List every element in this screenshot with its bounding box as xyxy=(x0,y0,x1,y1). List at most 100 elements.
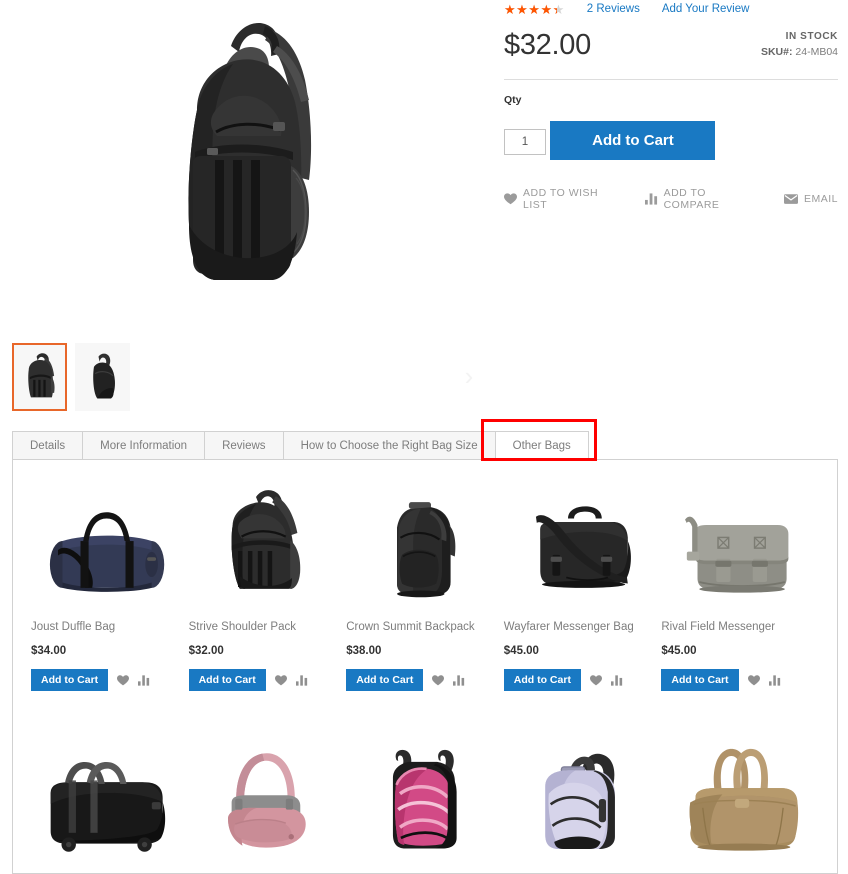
product-name[interactable]: Rival Field Messenger xyxy=(661,620,815,634)
product-image-pink-hobo[interactable] xyxy=(189,735,343,853)
black-sling-pack-icon xyxy=(231,490,301,589)
product-name[interactable]: Joust Duffle Bag xyxy=(31,620,185,634)
gallery-next-arrow[interactable]: › xyxy=(455,360,483,392)
product-price: $45.00 xyxy=(661,645,697,657)
product-name[interactable]: Crown Summit Backpack xyxy=(346,620,500,634)
add-to-compare-button[interactable]: ADD TO COMPARE xyxy=(644,187,765,211)
heart-icon[interactable] xyxy=(117,674,130,686)
pink-hobo-bag-icon xyxy=(227,753,306,848)
product-image-crown-summit-backpack[interactable] xyxy=(346,480,500,598)
sling-backpack-image xyxy=(187,22,311,280)
compare-icon[interactable] xyxy=(453,674,465,686)
main-product-image[interactable] xyxy=(0,0,495,320)
tan-tote-bag-icon xyxy=(689,748,798,851)
product-image-joust-duffle[interactable] xyxy=(31,480,185,598)
price-row: $32.00 IN STOCK SKU#: 24-MB04 xyxy=(504,29,838,71)
product-image-rival-field-messenger[interactable] xyxy=(661,480,815,598)
tab-more-information[interactable]: More Information xyxy=(82,431,205,460)
tab-reviews[interactable]: Reviews xyxy=(204,431,283,460)
envelope-icon xyxy=(783,194,798,204)
product-card-actions: Add to Cart xyxy=(346,669,500,691)
product-actions: ADD TO WISH LIST ADD TO COMPARE EMAIL xyxy=(504,187,838,211)
other-bags-panel: Joust Duffle Bag $34.00 Add to Cart Stri… xyxy=(12,460,838,874)
product-card-actions: Add to Cart xyxy=(661,669,815,691)
sku-value: 24-MB04 xyxy=(795,46,838,58)
product-card-actions: Add to Cart xyxy=(188,669,343,691)
heart-icon[interactable] xyxy=(432,674,445,686)
tab-how-to-choose-bag-size-label: How to Choose the Right Bag Size xyxy=(300,439,478,452)
product-price: $32.00 xyxy=(188,645,224,657)
tab-how-to-choose-bag-size[interactable]: How to Choose the Right Bag Size xyxy=(282,431,495,460)
product-card-actions: Add to Cart xyxy=(503,669,658,691)
product-card xyxy=(346,715,500,853)
navy-duffle-bag-icon xyxy=(50,512,165,592)
product-card xyxy=(661,715,815,853)
reviews-link[interactable]: 2 Reviews xyxy=(587,3,640,15)
qty-label: Qty xyxy=(504,94,522,106)
product-card: Crown Summit Backpack $38.00 Add to Cart xyxy=(346,460,500,691)
product-name[interactable]: Strive Shoulder Pack xyxy=(189,620,343,634)
heart-icon[interactable] xyxy=(589,674,602,686)
tab-more-information-label: More Information xyxy=(100,439,188,452)
tab-details-label: Details xyxy=(30,439,66,452)
pink-black-backpack-icon xyxy=(392,749,457,849)
add-to-cart-button[interactable]: Add to Cart xyxy=(346,669,424,691)
product-image-tan-tote[interactable] xyxy=(661,735,815,853)
thumbnail-sling-side-icon xyxy=(92,353,115,399)
product-card-actions: Add to Cart xyxy=(31,669,185,691)
add-to-compare-label: ADD TO COMPARE xyxy=(663,187,720,211)
heart-icon[interactable] xyxy=(747,674,760,686)
black-messenger-bag-icon xyxy=(535,506,631,588)
add-to-cart-button[interactable]: Add to Cart xyxy=(661,669,739,691)
product-gallery: › xyxy=(0,0,495,420)
tab-other-bags[interactable]: Other Bags xyxy=(494,431,589,460)
product-price: $32.00 xyxy=(504,29,591,61)
black-rolling-duffle-icon xyxy=(50,762,165,852)
gray-messenger-bag-icon xyxy=(684,516,789,593)
email-button[interactable]: EMAIL xyxy=(783,193,838,205)
product-image-wayfarer-messenger-bag[interactable] xyxy=(504,480,658,598)
compare-icon[interactable] xyxy=(295,674,308,686)
compare-icon[interactable] xyxy=(610,674,623,686)
gallery-thumbnail-2[interactable] xyxy=(75,343,130,411)
compare-icon[interactable] xyxy=(768,674,781,686)
tab-details[interactable]: Details xyxy=(12,431,83,460)
qty-input[interactable] xyxy=(504,129,546,155)
stock-status: IN STOCK xyxy=(785,31,838,42)
product-image-lavender-backpack[interactable] xyxy=(504,735,658,853)
product-price: $34.00 xyxy=(31,645,67,657)
product-card: Wayfarer Messenger Bag $45.00 Add to Car… xyxy=(503,460,658,691)
thumbnail-sling-front-icon xyxy=(27,353,55,398)
compare-icon[interactable] xyxy=(138,674,150,686)
product-price: $38.00 xyxy=(346,645,382,657)
stock-info: IN STOCK SKU#: 24-MB04 xyxy=(761,31,838,58)
sku-label: SKU#: xyxy=(760,46,793,58)
product-card: Strive Shoulder Pack $32.00 Add to Cart xyxy=(188,460,343,691)
heart-icon[interactable] xyxy=(274,674,287,686)
product-image-strive-shoulder-pack[interactable] xyxy=(189,480,343,598)
product-price: $45.00 xyxy=(503,645,539,657)
product-image-black-rolling-duffle[interactable] xyxy=(31,735,185,853)
add-review-link[interactable]: Add Your Review xyxy=(662,3,750,15)
product-card xyxy=(189,715,343,853)
rating-row: ★★★★★ ★★★★★ 2 Reviews Add Your Review xyxy=(504,0,838,18)
add-to-cart-button[interactable]: Add to Cart xyxy=(503,669,581,691)
product-name[interactable]: Wayfarer Messenger Bag xyxy=(504,620,658,634)
add-to-cart-button[interactable]: Add to Cart xyxy=(31,669,109,691)
related-products-row-2 xyxy=(13,715,837,853)
related-products-row-1: Joust Duffle Bag $34.00 Add to Cart Stri… xyxy=(13,460,837,691)
product-image-pink-black-backpack[interactable] xyxy=(346,735,500,853)
rating-stars[interactable]: ★★★★★ ★★★★★ xyxy=(504,3,565,16)
add-to-wishlist-button[interactable]: ADD TO WISH LIST xyxy=(504,187,626,211)
product-sku: SKU#: 24-MB04 xyxy=(761,46,838,58)
add-to-cart-button[interactable]: Add to Cart xyxy=(550,121,716,160)
product-card: Joust Duffle Bag $34.00 Add to Cart xyxy=(31,460,185,691)
email-label: EMAIL xyxy=(803,193,838,205)
compare-icon xyxy=(644,193,658,205)
lavender-backpack-icon xyxy=(544,753,615,849)
rating-stars-filled: ★★★★★ xyxy=(504,2,557,16)
gallery-thumbnail-1[interactable] xyxy=(12,343,67,411)
product-tabs: Details More Information Reviews How to … xyxy=(12,431,589,460)
add-to-cart-button[interactable]: Add to Cart xyxy=(188,669,266,691)
heart-icon xyxy=(504,193,517,205)
